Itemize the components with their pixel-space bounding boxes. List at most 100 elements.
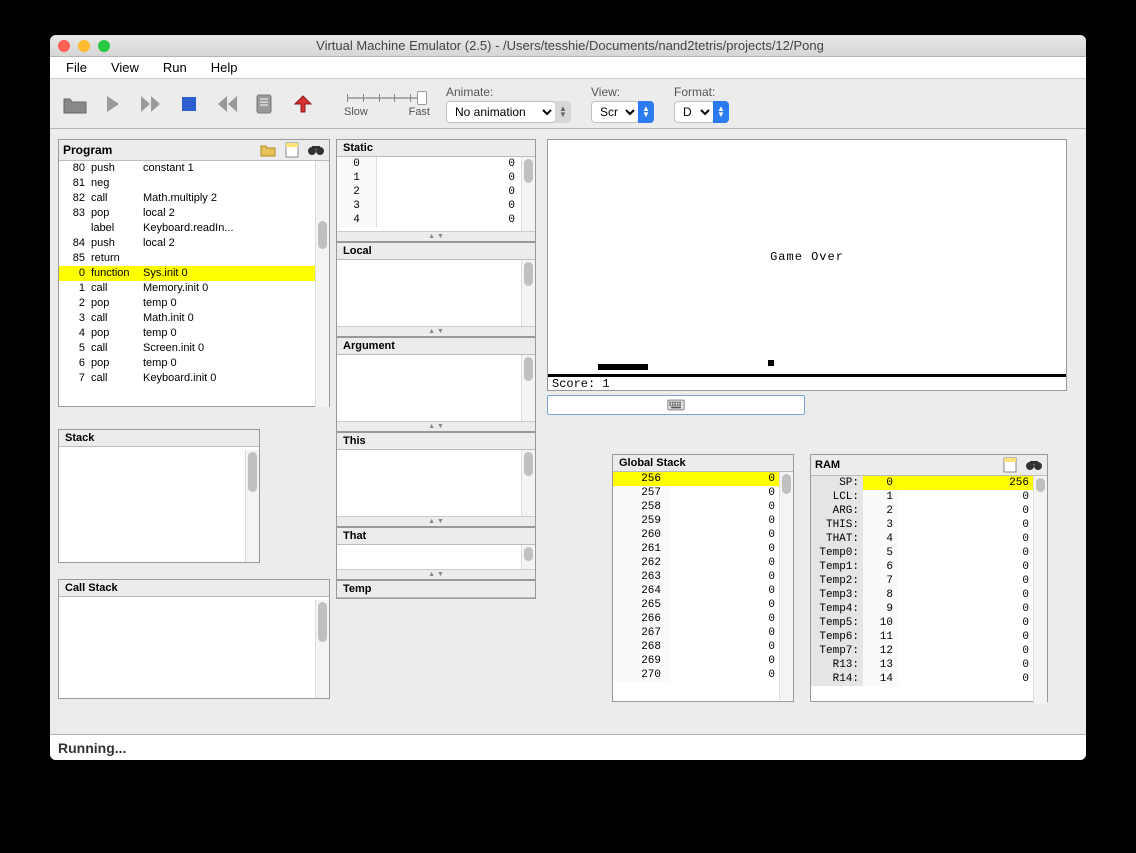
ram-body[interactable]: SP:0256LCL:10ARG:20THIS:30THAT:40Temp0:5… [811, 476, 1047, 704]
step-button[interactable] [96, 86, 130, 122]
keyboard-row [547, 395, 1067, 417]
global-stack-row: 2670 [613, 626, 793, 640]
ram-row: ARG:20 [811, 504, 1047, 518]
collapse-icon[interactable]: ▲ ▼ [337, 231, 535, 241]
temp-panel: Temp [336, 580, 536, 599]
global-stack-row: 2650 [613, 598, 793, 612]
new-file-icon[interactable] [283, 141, 301, 159]
rewind-button[interactable] [210, 86, 244, 122]
breakpoint-button[interactable] [286, 86, 320, 122]
static-body: 0010203040 [337, 157, 535, 231]
program-row[interactable]: labelKeyboard.readIn... [59, 221, 329, 236]
program-row[interactable]: 2poptemp 0 [59, 296, 329, 311]
global-stack-row: 2560 [613, 472, 793, 486]
collapse-icon[interactable]: ▲ ▼ [337, 516, 535, 526]
collapse-icon[interactable]: ▲ ▼ [337, 569, 535, 579]
format-select[interactable]: D... [674, 101, 714, 123]
program-row[interactable]: 5callScreen.init 0 [59, 341, 329, 356]
static-panel: Static 0010203040 ▲ ▼ [336, 139, 536, 242]
argument-body [337, 355, 535, 421]
binoculars-icon[interactable] [307, 141, 325, 159]
ram-title: RAM [815, 459, 840, 471]
collapse-icon[interactable]: ▲ ▼ [337, 326, 535, 336]
program-row[interactable]: 82callMath.multiply 2 [59, 191, 329, 206]
global-stack-row: 2580 [613, 500, 793, 514]
this-title: This [337, 433, 535, 450]
program-panel: Program 80pushconstant 181neg82callMath.… [58, 139, 330, 407]
animate-select[interactable]: No animation [446, 101, 556, 123]
view-select[interactable]: Scr... [591, 101, 639, 123]
program-row[interactable]: 0functionSys.init 0 [59, 266, 329, 281]
paddle [598, 364, 648, 370]
static-row: 30 [337, 199, 535, 213]
keyboard-icon [667, 396, 685, 414]
global-stack-row: 2630 [613, 570, 793, 584]
global-stack-row: 2620 [613, 556, 793, 570]
program-row[interactable]: 84pushlocal 2 [59, 236, 329, 251]
ram-row: LCL:10 [811, 490, 1047, 504]
global-stack-title: Global Stack [613, 455, 793, 472]
content-area: Program 80pushconstant 181neg82callMath.… [50, 129, 1086, 734]
collapse-icon[interactable]: ▲ ▼ [337, 421, 535, 431]
program-row[interactable]: 83poplocal 2 [59, 206, 329, 221]
program-row[interactable]: 3callMath.init 0 [59, 311, 329, 326]
program-list[interactable]: 80pushconstant 181neg82callMath.multiply… [59, 161, 329, 407]
dropdown-arrows-icon: ▲▼ [638, 101, 654, 123]
local-panel: Local ▲ ▼ [336, 242, 536, 337]
stop-button[interactable] [172, 86, 206, 122]
program-row[interactable]: 6poptemp 0 [59, 356, 329, 371]
speed-slider-group: Slow Fast [346, 90, 428, 118]
speed-slider[interactable] [347, 90, 427, 106]
ram-row: Temp6:110 [811, 630, 1047, 644]
program-row[interactable]: 81neg [59, 176, 329, 191]
program-row[interactable]: 4poptemp 0 [59, 326, 329, 341]
global-stack-row: 2610 [613, 542, 793, 556]
program-row[interactable]: 7callKeyboard.init 0 [59, 371, 329, 386]
ram-row: Temp7:120 [811, 644, 1047, 658]
segment-column: Static 0010203040 ▲ ▼ Local ▲ ▼ Argument… [336, 139, 536, 599]
global-stack-row: 2660 [613, 612, 793, 626]
this-panel: This ▲ ▼ [336, 432, 536, 527]
global-stack-row: 2680 [613, 640, 793, 654]
keyboard-input[interactable] [547, 395, 805, 415]
temp-title: Temp [337, 581, 535, 598]
binoculars-icon[interactable] [1025, 456, 1043, 474]
new-file-icon[interactable] [1001, 456, 1019, 474]
ram-row: R13:130 [811, 658, 1047, 672]
menu-view[interactable]: View [101, 58, 149, 77]
menubar: File View Run Help [50, 57, 1086, 79]
global-stack-body[interactable]: 2560257025802590260026102620263026402650… [613, 472, 793, 700]
menu-run[interactable]: Run [153, 58, 197, 77]
ram-row: Temp2:70 [811, 574, 1047, 588]
menu-help[interactable]: Help [201, 58, 248, 77]
animate-group: Animate: No animation ▲▼ [446, 85, 571, 123]
status-text: Running... [58, 740, 126, 756]
global-stack-row: 2590 [613, 514, 793, 528]
callstack-panel: Call Stack [58, 579, 330, 699]
static-row: 00 [337, 157, 535, 171]
ram-row: Temp5:100 [811, 616, 1047, 630]
ram-row: THIS:30 [811, 518, 1047, 532]
global-stack-row: 2570 [613, 486, 793, 500]
program-row[interactable]: 85return [59, 251, 329, 266]
program-row[interactable]: 1callMemory.init 0 [59, 281, 329, 296]
ram-row: Temp3:80 [811, 588, 1047, 602]
ram-row: R14:140 [811, 672, 1047, 686]
screen-panel: Game Over Score: 1 [547, 139, 1067, 391]
menu-file[interactable]: File [56, 58, 97, 77]
ram-row: SP:0256 [811, 476, 1047, 490]
toolbar: Slow Fast Animate: No animation ▲▼ View:… [50, 79, 1086, 129]
dropdown-arrows-icon: ▲▼ [555, 101, 571, 123]
script-button[interactable] [248, 86, 282, 122]
open-button[interactable] [58, 86, 92, 122]
animate-label: Animate: [446, 85, 571, 99]
ram-row: Temp0:50 [811, 546, 1047, 560]
fast-forward-button[interactable] [134, 86, 168, 122]
dropdown-arrows-icon: ▲▼ [713, 101, 729, 123]
program-row[interactable]: 80pushconstant 1 [59, 161, 329, 176]
ram-row: THAT:40 [811, 532, 1047, 546]
format-label: Format: [674, 85, 729, 99]
folder-icon[interactable] [259, 141, 277, 159]
global-stack-row: 2640 [613, 584, 793, 598]
slow-label: Slow [344, 106, 368, 118]
